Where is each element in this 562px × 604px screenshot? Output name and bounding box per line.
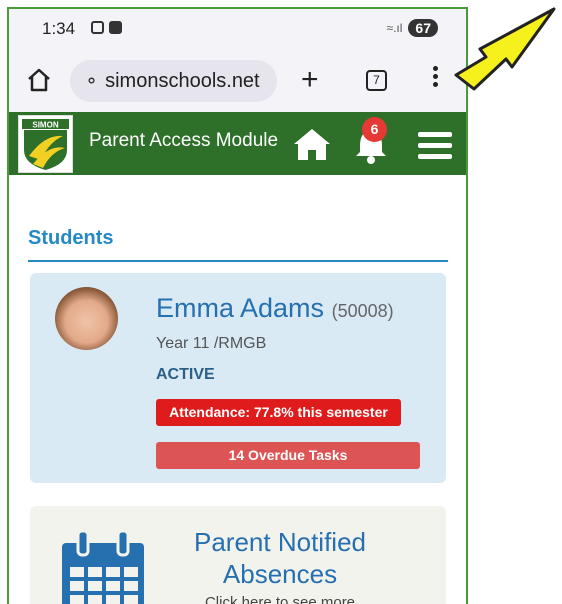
status-right: ≈.ıl 67 [386,19,438,37]
battery-level: 67 [408,19,438,37]
checkbox-icon [109,21,122,34]
student-card[interactable]: Emma Adams (50008) Year 11 /RMGB ACTIVE … [30,273,446,483]
status-time: 1:34 [42,19,76,38]
attendance-badge[interactable]: Attendance: 77.8% this semester [156,399,401,426]
absences-subtitle: Click here to see more [204,594,356,604]
status-notification-icons [91,21,122,34]
phone-screen: 1:34 ≈.ıl 67 ⚬ simonschools.net + 7 SIMO… [7,7,468,604]
site-settings-icon[interactable]: ⚬ [84,71,99,92]
calendar-icon [60,529,146,604]
url-text: simonschools.net [105,69,260,92]
hamburger-menu-icon[interactable] [418,132,452,165]
app-header: SIMON Parent Access Module 6 [9,112,466,175]
yellow-arrow-annotation [452,5,560,98]
students-heading: Students [28,227,114,249]
address-bar[interactable]: ⚬ simonschools.net [70,60,277,102]
student-status: ACTIVE [156,366,215,383]
simon-logo[interactable]: SIMON [18,115,73,173]
student-year: Year 11 /RMGB [156,335,267,352]
absences-card[interactable]: Parent Notified Absences Click here to s… [30,506,446,604]
student-avatar [55,287,118,350]
student-name[interactable]: Emma Adams [156,293,324,323]
screenshot-icon [91,21,104,34]
status-bar: 1:34 ≈.ıl 67 [9,9,466,49]
absences-title[interactable]: Parent Notified Absences [155,526,405,590]
home-icon[interactable] [26,67,52,98]
new-tab-icon[interactable]: + [301,63,319,97]
overdue-tasks-button[interactable]: 14 Overdue Tasks [156,442,420,469]
browser-toolbar: ⚬ simonschools.net + 7 [9,49,466,112]
tab-switcher-button[interactable]: 7 [366,70,387,91]
section-divider [28,260,448,262]
student-id: (50008) [331,301,394,321]
logo-text: SIMON [32,121,58,130]
student-name-line[interactable]: Emma Adams (50008) [156,293,394,324]
notification-badge: 6 [362,117,387,142]
house-icon[interactable] [292,126,332,167]
more-menu-icon[interactable] [433,66,439,90]
app-title: Parent Access Module [89,130,279,151]
wifi-signal-icon: ≈.ıl [386,21,403,35]
